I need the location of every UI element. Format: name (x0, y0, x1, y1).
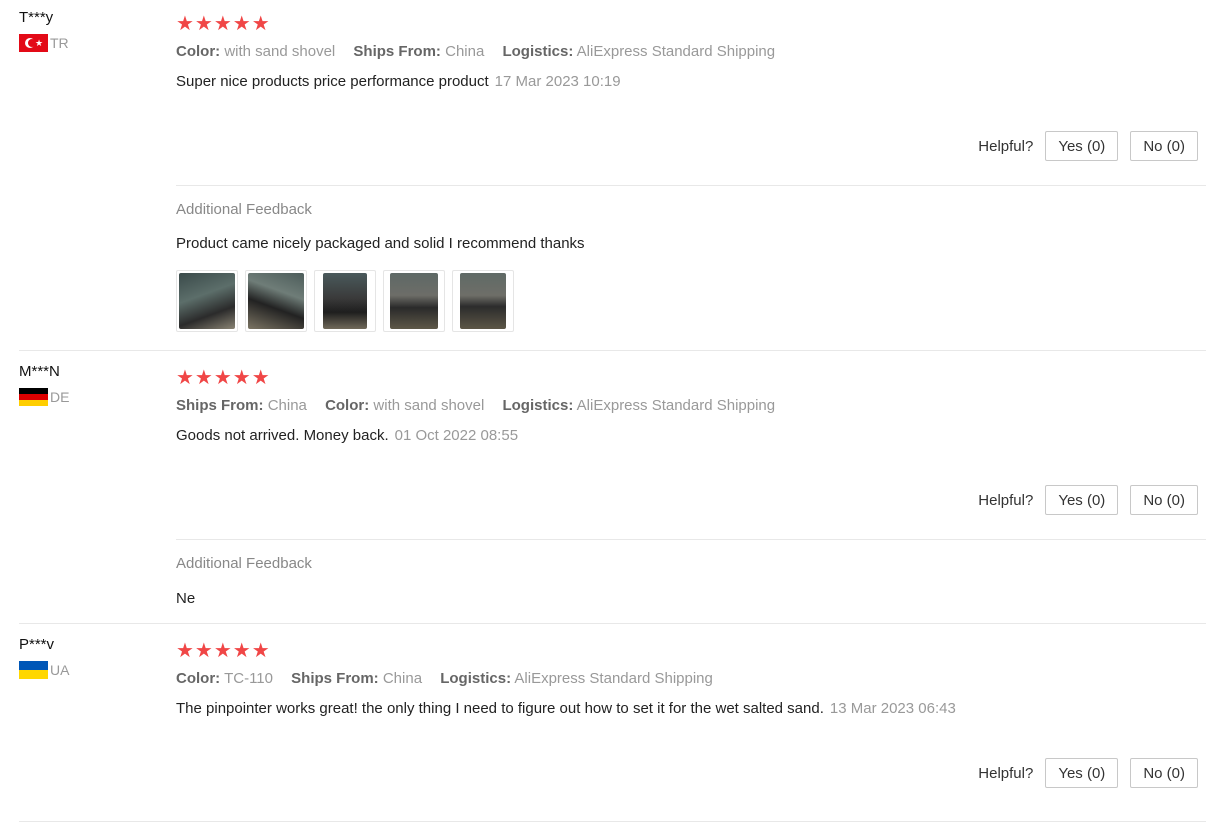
reviewer-country: ★ TR (19, 34, 159, 52)
divider (176, 185, 1206, 186)
helpful-yes-button[interactable]: Yes (0) (1045, 131, 1119, 161)
helpful-votes: Helpful? Yes (0) No (0) (978, 485, 1198, 515)
country-code: TR (50, 35, 69, 51)
reviewer-country: DE (19, 388, 159, 406)
review-content: The pinpointer works great! the only thi… (176, 700, 824, 717)
reviewer-name: M***N (19, 363, 60, 380)
helpful-votes: Helpful? Yes (0) No (0) (978, 758, 1198, 788)
review-meta: Color: with sand shovel Ships From: Chin… (176, 42, 1206, 62)
reviews-list: T***y ★ TR ★★★★★ Color: with sand shovel… (0, 0, 1229, 836)
ukraine-flag-icon (19, 661, 48, 679)
meta-value: China (382, 670, 423, 687)
meta-logistics: Logistics: AliExpress Standard Shipping (502, 397, 775, 414)
meta-key: Ships From: (176, 397, 264, 414)
additional-feedback-text: Ne (176, 590, 196, 607)
review-photo-thumbnail[interactable] (314, 270, 376, 332)
reviewer-country: UA (19, 661, 159, 679)
star-rating: ★★★★★ (176, 367, 271, 389)
additional-feedback: Additional Feedback Ne (176, 554, 312, 609)
review-date: 01 Oct 2022 08:55 (394, 427, 519, 444)
meta-color: Color: with sand shovel (176, 43, 335, 60)
meta-value: AliExpress Standard Shipping (514, 670, 713, 687)
meta-ships-from: Ships From: China (176, 397, 307, 414)
meta-value: with sand shovel (224, 43, 336, 60)
helpful-no-button[interactable]: No (0) (1130, 131, 1198, 161)
turkey-flag-icon: ★ (19, 34, 48, 52)
review-date: 17 Mar 2023 10:19 (494, 73, 621, 90)
review-body: ★★★★★ Color: with sand shovel Ships From… (176, 0, 1206, 92)
helpful-no-button[interactable]: No (0) (1130, 485, 1198, 515)
review-text: Goods not arrived. Money back. 01 Oct 202… (176, 426, 1206, 446)
reviewer-info: P***v UA (19, 627, 159, 679)
divider (176, 539, 1206, 540)
meta-value: China (445, 43, 485, 60)
meta-value: China (267, 397, 307, 414)
meta-key: Logistics: (502, 43, 574, 60)
review-date: 13 Mar 2023 06:43 (829, 700, 956, 717)
reviewer-info: M***N DE (19, 354, 159, 406)
country-code: UA (50, 662, 70, 678)
meta-key: Ships From: (353, 43, 441, 60)
meta-key: Color: (176, 670, 221, 687)
meta-ships-from: Ships From: China (291, 670, 422, 687)
review-content: Super nice products price performance pr… (176, 73, 489, 90)
review-photo-thumbnail[interactable] (176, 270, 238, 332)
reviewer-name: T***y (19, 9, 54, 26)
helpful-yes-button[interactable]: Yes (0) (1045, 758, 1119, 788)
country-code: DE (50, 389, 70, 405)
germany-flag-icon (19, 388, 48, 406)
additional-feedback: Additional Feedback Product came nicely … (176, 200, 585, 332)
review-photo-thumbnail[interactable] (452, 270, 514, 332)
additional-feedback-title: Additional Feedback (176, 555, 312, 572)
meta-logistics: Logistics: AliExpress Standard Shipping (502, 43, 775, 60)
additional-feedback-title: Additional Feedback (176, 201, 312, 218)
meta-value: AliExpress Standard Shipping (576, 397, 776, 414)
review-photos (176, 270, 585, 332)
helpful-label: Helpful? (978, 137, 1034, 155)
meta-value: AliExpress Standard Shipping (576, 43, 776, 60)
review-photo-thumbnail[interactable] (383, 270, 445, 332)
reviewer-info: T***y ★ TR (19, 0, 159, 52)
helpful-label: Helpful? (978, 491, 1034, 509)
star-rating: ★★★★★ (176, 640, 271, 662)
review-content: Goods not arrived. Money back. (176, 427, 389, 444)
review-separator (19, 821, 1206, 822)
meta-key: Logistics: (502, 397, 574, 414)
helpful-yes-button[interactable]: Yes (0) (1045, 485, 1119, 515)
helpful-votes: Helpful? Yes (0) No (0) (978, 131, 1198, 161)
reviewer-name: P***v (19, 636, 55, 653)
meta-color: Color: with sand shovel (325, 397, 484, 414)
review-meta: Color: TC-110 Ships From: China Logistic… (176, 669, 1206, 689)
review-separator (19, 623, 1206, 624)
meta-logistics: Logistics: AliExpress Standard Shipping (440, 670, 713, 687)
meta-value: with sand shovel (373, 397, 485, 414)
review-text: Super nice products price performance pr… (176, 72, 1206, 92)
meta-key: Color: (176, 43, 221, 60)
review-body: ★★★★★ Color: TC-110 Ships From: China Lo… (176, 627, 1206, 719)
additional-feedback-text: Product came nicely packaged and solid I… (176, 235, 585, 252)
helpful-label: Helpful? (978, 764, 1034, 782)
meta-key: Logistics: (440, 670, 512, 687)
review-separator (19, 350, 1206, 351)
star-rating: ★★★★★ (176, 13, 271, 35)
helpful-no-button[interactable]: No (0) (1130, 758, 1198, 788)
meta-ships-from: Ships From: China (353, 43, 484, 60)
review-meta: Ships From: China Color: with sand shove… (176, 396, 1206, 416)
meta-color: Color: TC-110 (176, 670, 273, 687)
meta-value: TC-110 (224, 670, 273, 687)
review-body: ★★★★★ Ships From: China Color: with sand… (176, 354, 1206, 446)
review-photo-thumbnail[interactable] (245, 270, 307, 332)
meta-key: Ships From: (291, 670, 379, 687)
review-text: The pinpointer works great! the only thi… (176, 699, 1206, 719)
meta-key: Color: (325, 397, 370, 414)
